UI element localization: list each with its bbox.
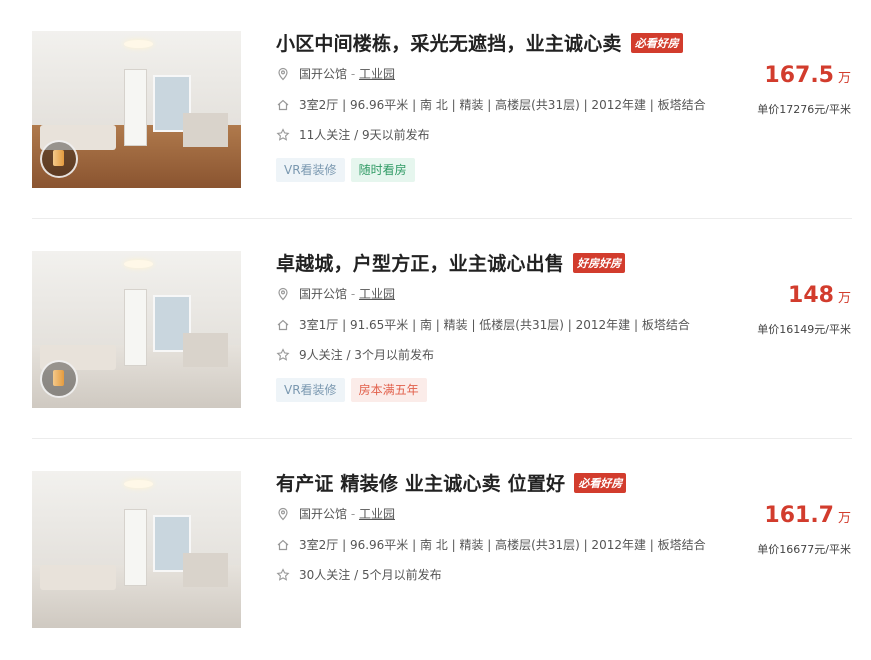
house-info: 3室1厅 | 91.65平米 | 南 | 精装 | 低楼层(共31层) | 20… xyxy=(276,316,690,334)
total-price-value: 161.7 xyxy=(764,503,834,528)
tag-list: VR看装修 房本满五年 xyxy=(276,378,433,402)
location-pin-icon xyxy=(278,287,288,301)
total-price-value: 167.5 xyxy=(764,63,834,88)
area-link[interactable]: 工业园 xyxy=(359,287,395,301)
good-house-badge: 必看好房 xyxy=(574,472,627,493)
total-price: 161.7 万 xyxy=(764,503,851,528)
listing-card-2[interactable]: 卓越城，户型方正，业主诚心出售 好房好房 国开公馆 - 工业园 3室1厅 | 9… xyxy=(0,220,871,440)
house-info: 3室2厅 | 96.96平米 | 南 北 | 精装 | 高楼层(共31层) | … xyxy=(276,536,706,554)
community-link[interactable]: 国开公馆 xyxy=(299,287,347,301)
photo-door xyxy=(123,288,147,367)
position-info: 国开公馆 - 工业园 xyxy=(276,505,395,523)
star-icon xyxy=(276,348,290,361)
vr-play-icon[interactable] xyxy=(40,360,78,398)
total-price-unit: 万 xyxy=(837,511,851,526)
unit-price: 单价16677元/平米 xyxy=(757,543,851,556)
follow-info: 30人关注 / 5个月以前发布 xyxy=(276,566,442,584)
listing-card-3[interactable]: 有产证 精装修 业主诚心卖 位置好 必看好房 国开公馆 - 工业园 3室2厅 |… xyxy=(0,440,871,660)
listing-photo-1[interactable] xyxy=(32,31,241,188)
good-house-badge: 好房好房 xyxy=(573,252,626,273)
total-price-unit: 万 xyxy=(837,291,851,306)
photo-door xyxy=(123,508,147,587)
photo-sofa xyxy=(40,565,116,591)
position-info: 国开公馆 - 工业园 xyxy=(276,285,395,303)
community-link[interactable]: 国开公馆 xyxy=(299,507,347,521)
area-link[interactable]: 工业园 xyxy=(359,67,395,81)
listing-title[interactable]: 有产证 精装修 业主诚心卖 位置好 xyxy=(276,473,565,495)
follow-info: 9人关注 / 3个月以前发布 xyxy=(276,346,434,364)
photo-door xyxy=(123,68,147,147)
listing-photo-2[interactable] xyxy=(32,251,241,408)
house-info-text: 3室2厅 | 96.96平米 | 南 北 | 精装 | 高楼层(共31层) | … xyxy=(299,538,706,552)
follow-info-text: 11人关注 / 9天以前发布 xyxy=(299,128,430,142)
divider xyxy=(32,218,852,219)
listing-title[interactable]: 小区中间楼栋，采光无遮挡，业主诚心卖 xyxy=(276,33,622,55)
divider xyxy=(32,438,852,439)
title-row: 卓越城，户型方正，业主诚心出售 好房好房 xyxy=(276,249,626,275)
total-price: 167.5 万 xyxy=(764,63,851,88)
house-icon xyxy=(277,99,289,111)
good-house-badge: 必看好房 xyxy=(630,32,683,53)
house-icon xyxy=(277,539,289,551)
unit-price: 单价17276元/平米 xyxy=(757,103,851,116)
location-pin-icon xyxy=(278,507,288,521)
house-info-text: 3室1厅 | 91.65平米 | 南 | 精装 | 低楼层(共31层) | 20… xyxy=(299,318,690,332)
tag-vr[interactable]: VR看装修 xyxy=(276,158,345,182)
photo-cabinet xyxy=(182,332,229,368)
house-icon xyxy=(277,319,289,331)
vr-play-icon[interactable] xyxy=(40,140,78,178)
listing-card-1[interactable]: 小区中间楼栋，采光无遮挡，业主诚心卖 必看好房 国开公馆 - 工业园 3室2厅 … xyxy=(0,0,871,220)
follow-info-text: 30人关注 / 5个月以前发布 xyxy=(299,568,442,582)
house-info-text: 3室2厅 | 96.96平米 | 南 北 | 精装 | 高楼层(共31层) | … xyxy=(299,98,706,112)
listing-photo-3[interactable] xyxy=(32,471,241,628)
location-pin-icon xyxy=(278,67,288,81)
unit-price: 单价16149元/平米 xyxy=(757,323,851,336)
photo-cabinet xyxy=(182,112,229,148)
follow-info: 11人关注 / 9天以前发布 xyxy=(276,126,430,144)
tag-five-years: 房本满五年 xyxy=(350,378,427,402)
follow-info-text: 9人关注 / 3个月以前发布 xyxy=(299,348,434,362)
separator: - xyxy=(347,67,359,81)
title-row: 有产证 精装修 业主诚心卖 位置好 必看好房 xyxy=(276,469,627,495)
separator: - xyxy=(347,287,359,301)
title-row: 小区中间楼栋，采光无遮挡，业主诚心卖 必看好房 xyxy=(276,29,683,55)
tag-vr[interactable]: VR看装修 xyxy=(276,378,345,402)
star-icon xyxy=(276,128,290,141)
tag-anytime: 随时看房 xyxy=(350,158,415,182)
area-link[interactable]: 工业园 xyxy=(359,507,395,521)
star-icon xyxy=(276,568,290,581)
tag-list: VR看装修 随时看房 xyxy=(276,158,421,182)
separator: - xyxy=(347,507,359,521)
total-price-value: 148 xyxy=(788,283,834,308)
community-link[interactable]: 国开公馆 xyxy=(299,67,347,81)
listing-title[interactable]: 卓越城，户型方正，业主诚心出售 xyxy=(276,253,564,275)
photo-cabinet xyxy=(182,552,229,588)
house-info: 3室2厅 | 96.96平米 | 南 北 | 精装 | 高楼层(共31层) | … xyxy=(276,96,706,114)
total-price: 148 万 xyxy=(788,283,851,308)
position-info: 国开公馆 - 工业园 xyxy=(276,65,395,83)
total-price-unit: 万 xyxy=(837,71,851,86)
